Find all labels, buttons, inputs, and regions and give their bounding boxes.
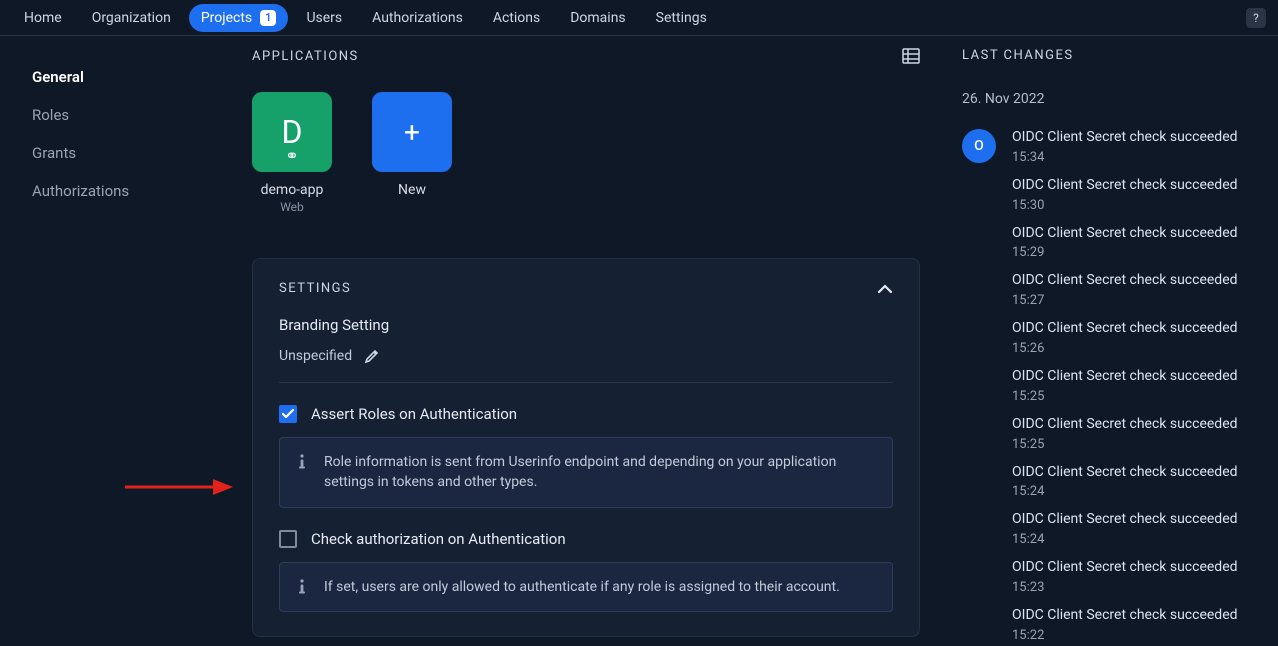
nav-links: Home Organization Projects 1 Users Autho… [12,4,1246,32]
check-auth-label: Check authorization on Authentication [311,530,566,548]
check-auth-info-text: If set, users are only allowed to authen… [324,577,840,597]
assert-roles-label: Assert Roles on Authentication [311,405,517,423]
event-time: 15:25 [1012,389,1238,404]
nav-authorizations[interactable]: Authorizations [360,4,475,32]
event-list: OIDC Client Secret check succeeded15:34O… [1012,129,1238,646]
assert-roles-info: Role information is sent from Userinfo e… [279,437,893,508]
info-icon [296,579,308,595]
event-title: OIDC Client Secret check succeeded [1012,607,1238,624]
event-time: 15:22 [1012,628,1238,643]
sidebar-item-general[interactable]: General [32,58,206,96]
settings-card: SETTINGS Branding Setting Unspecified [252,258,920,637]
event-time: 15:23 [1012,580,1238,595]
event-title: OIDC Client Secret check succeeded [1012,368,1238,385]
last-changes-title: LAST CHANGES [962,48,1254,63]
event-time: 15:24 [1012,484,1238,499]
event-item[interactable]: OIDC Client Secret check succeeded 15:23 [1012,559,1238,595]
event-title: OIDC Client Secret check succeeded [1012,320,1238,337]
check-auth-row: Check authorization on Authentication [279,530,893,548]
nav-projects[interactable]: Projects 1 [189,4,289,32]
app-name: New [372,182,452,198]
applications-title: APPLICATIONS [252,49,359,64]
right-rail: LAST CHANGES 26. Nov 2022 O OIDC Client … [950,36,1278,646]
nav-actions[interactable]: Actions [481,4,552,32]
event-title: OIDC Client Secret check succeeded [1012,511,1238,528]
settings-title: SETTINGS [279,281,351,296]
nav-users[interactable]: Users [294,4,354,32]
event-item[interactable]: OIDC Client Secret check succeeded 15:26 [1012,320,1238,356]
event-item[interactable]: OIDC Client Secret check succeeded 15:30 [1012,177,1238,213]
nav-projects-badge: 1 [260,10,276,26]
event-title: OIDC Client Secret check succeeded [1012,272,1238,289]
app-card-demo-app[interactable]: D ⚭ demo-app Web [252,92,332,214]
sidebar-item-grants[interactable]: Grants [32,134,206,172]
top-nav: Home Organization Projects 1 Users Autho… [0,0,1278,36]
app-card-new[interactable]: + New [372,92,452,214]
assert-roles-checkbox[interactable] [279,405,297,423]
event-title: OIDC Client Secret check succeeded [1012,559,1238,576]
event-title: OIDC Client Secret check succeeded [1012,464,1238,481]
event-time: 15:24 [1012,532,1238,547]
assert-roles-info-text: Role information is sent from Userinfo e… [324,452,876,493]
branding-label: Branding Setting [279,316,893,334]
plus-icon: + [404,116,420,149]
sidebar: General Roles Grants Authorizations [0,36,230,646]
check-auth-info: If set, users are only allowed to authen… [279,562,893,612]
app-tile-new: + [372,92,452,172]
app-name: demo-app [252,182,332,198]
oidc-glyph-icon: ⚭ [285,148,298,164]
event-time: 15:30 [1012,198,1238,213]
event-title: OIDC Client Secret check succeeded [1012,225,1238,242]
nav-projects-label: Projects [201,10,252,26]
avatar: O [962,129,996,163]
applications-row: D ⚭ demo-app Web + New [252,92,920,214]
check-auth-checkbox[interactable] [279,530,297,548]
nav-domains[interactable]: Domains [558,4,637,32]
help-button[interactable]: ? [1246,8,1266,28]
app-subtype: Web [252,200,332,214]
event-item[interactable]: OIDC Client Secret check succeeded 15:27 [1012,272,1238,308]
event-time: 15:26 [1012,341,1238,356]
event-item[interactable]: OIDC Client Secret check succeeded 15:24 [1012,464,1238,500]
nav-settings[interactable]: Settings [644,4,719,32]
chevron-up-icon [877,284,893,294]
event-time: 15:29 [1012,245,1238,260]
event-item[interactable]: OIDC Client Secret check succeeded 15:34 [1012,129,1238,165]
event-title: OIDC Client Secret check succeeded [1012,416,1238,433]
arrow-annotation-icon [125,477,235,497]
event-time: 15:34 [1012,150,1238,165]
event-item[interactable]: OIDC Client Secret check succeeded 15:24 [1012,511,1238,547]
event-title: OIDC Client Secret check succeeded [1012,177,1238,194]
nav-home[interactable]: Home [12,4,74,32]
event-item[interactable]: OIDC Client Secret check succeeded 15:25 [1012,368,1238,404]
last-changes-date: 26. Nov 2022 [962,91,1254,107]
list-view-icon[interactable] [902,48,920,64]
info-icon [296,454,308,470]
event-time: 15:27 [1012,293,1238,308]
branding-value: Unspecified [279,348,352,364]
nav-organization[interactable]: Organization [80,4,183,32]
sidebar-item-roles[interactable]: Roles [32,96,206,134]
assert-roles-row: Assert Roles on Authentication [279,405,893,423]
event-time: 15:25 [1012,437,1238,452]
app-tile: D ⚭ [252,92,332,172]
sidebar-item-authorizations[interactable]: Authorizations [32,172,206,210]
settings-header[interactable]: SETTINGS [279,281,893,296]
event-title: OIDC Client Secret check succeeded [1012,129,1238,146]
event-item[interactable]: OIDC Client Secret check succeeded 15:29 [1012,225,1238,261]
main-column: APPLICATIONS D ⚭ demo-app Web + [230,36,950,646]
edit-icon[interactable] [364,348,380,364]
event-item[interactable]: OIDC Client Secret check succeeded 15:25 [1012,416,1238,452]
check-icon [282,409,294,419]
event-item[interactable]: OIDC Client Secret check succeeded 15:22 [1012,607,1238,643]
